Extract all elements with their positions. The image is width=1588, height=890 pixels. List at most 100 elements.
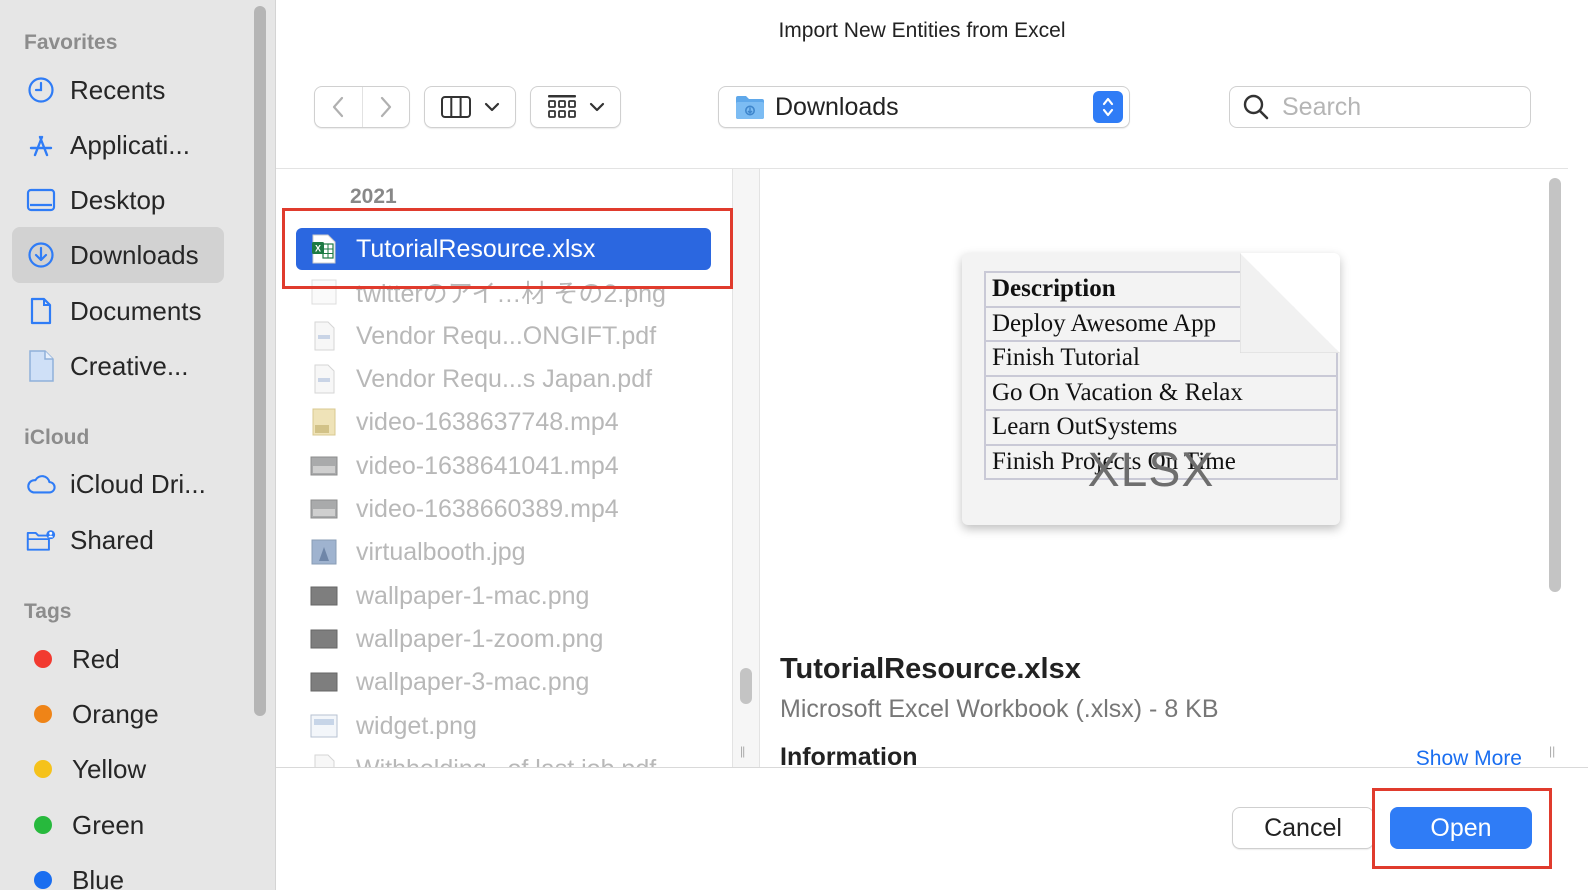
desktop-icon xyxy=(26,185,56,215)
tags-header: Tags xyxy=(24,600,72,623)
file-row[interactable]: Vendor Requ...ONGIFT.pdf xyxy=(296,315,711,357)
chevron-down-icon xyxy=(484,102,500,112)
search-field[interactable] xyxy=(1229,86,1531,128)
tag-green[interactable]: Green xyxy=(12,797,224,853)
tag-red[interactable]: Red xyxy=(12,631,224,687)
video-file-icon xyxy=(310,406,338,438)
tag-label: Green xyxy=(72,809,145,840)
column-view-button[interactable] xyxy=(424,86,516,128)
image-file-icon xyxy=(310,666,338,698)
file-icon xyxy=(26,350,56,382)
cloud-icon xyxy=(26,469,56,499)
location-stepper[interactable] xyxy=(1093,91,1123,123)
search-input[interactable] xyxy=(1282,92,1502,122)
downloads-icon xyxy=(26,240,56,270)
tag-label: Red xyxy=(72,643,120,674)
folder-icon xyxy=(736,96,764,119)
tag-blue[interactable]: Blue xyxy=(12,852,224,890)
sidebar-item-recents[interactable]: Recents xyxy=(12,62,224,118)
preview-file-name: TutorialResource.xlsx xyxy=(780,653,1081,685)
applications-icon xyxy=(26,130,56,160)
group-view-button[interactable] xyxy=(530,86,621,128)
video-file-icon xyxy=(310,450,338,482)
preview-file-kind: Microsoft Excel Workbook (.xlsx) - 8 KB xyxy=(780,695,1219,723)
preview-pane: Description Deploy Awesome App Finish Tu… xyxy=(760,169,1544,767)
sidebar-item-shared[interactable]: Shared xyxy=(12,512,224,568)
pdf-file-icon xyxy=(310,363,338,395)
cancel-button[interactable]: Cancel xyxy=(1232,807,1374,849)
up-down-chevron-icon xyxy=(1102,97,1114,117)
tag-orange[interactable]: Orange xyxy=(12,686,224,742)
chevron-left-icon xyxy=(333,96,344,118)
sidebar-item-applications[interactable]: Applicati... xyxy=(12,117,224,173)
tag-yellow[interactable]: Yellow xyxy=(12,741,224,797)
file-row[interactable]: widget.png xyxy=(296,705,711,747)
chevron-down-icon xyxy=(589,102,604,112)
search-icon xyxy=(1243,94,1269,120)
sidebar-item-label: Recents xyxy=(70,74,166,105)
thumbnail-page: Description Deploy Awesome App Finish Tu… xyxy=(962,253,1340,525)
file-name: video-1638641041.mp4 xyxy=(356,451,619,480)
page-fold-icon xyxy=(1240,253,1340,353)
show-more-link[interactable]: Show More xyxy=(1416,747,1522,767)
file-row[interactable]: Vendor Requ...s Japan.pdf xyxy=(296,358,711,400)
file-row[interactable]: wallpaper-1-mac.png xyxy=(296,575,711,617)
image-file-icon xyxy=(310,623,338,655)
image-file-icon xyxy=(310,580,338,612)
preview-scrollbar[interactable] xyxy=(1549,178,1561,592)
file-row[interactable]: video-1638637748.mp4 xyxy=(296,401,711,443)
navigation-buttons xyxy=(314,86,410,128)
file-name: Vendor Requ...s Japan.pdf xyxy=(356,364,653,393)
file-list-scrollbar[interactable] xyxy=(740,668,752,704)
file-name: video-1638660389.mp4 xyxy=(356,494,619,523)
file-name: wallpaper-1-mac.png xyxy=(356,581,590,610)
sidebar-item-documents[interactable]: Documents xyxy=(12,283,224,339)
file-name: widget.png xyxy=(356,711,477,740)
file-type-badge: XLSX xyxy=(1087,444,1215,497)
clock-icon xyxy=(26,75,56,105)
highlight-box xyxy=(1372,788,1552,869)
file-name: wallpaper-3-mac.png xyxy=(356,667,590,696)
sidebar-item-desktop[interactable]: Desktop xyxy=(12,172,224,228)
forward-button[interactable] xyxy=(361,87,409,127)
file-row[interactable]: virtualbooth.jpg xyxy=(296,531,711,573)
image-file-icon xyxy=(310,536,338,568)
tag-label: Blue xyxy=(72,864,125,890)
preview-resize-handle[interactable]: || xyxy=(1549,744,1555,758)
pdf-file-icon xyxy=(310,753,338,767)
file-row[interactable]: wallpaper-1-zoom.png xyxy=(296,618,711,660)
file-row[interactable]: video-1638641041.mp4 xyxy=(296,445,711,487)
column-resize-handle[interactable]: || xyxy=(740,744,745,758)
favorites-header: Favorites xyxy=(24,31,118,54)
yellow-tag-dot xyxy=(34,760,52,778)
location-dropdown[interactable]: Downloads xyxy=(718,86,1130,128)
sidebar-item-label: Documents xyxy=(70,295,202,326)
file-name: Vendor Requ...ONGIFT.pdf xyxy=(356,321,657,350)
sidebar-item-downloads[interactable]: Downloads xyxy=(12,227,224,283)
group-header: 2021 xyxy=(350,185,397,208)
file-row[interactable]: Withholding...of last job.pdf xyxy=(296,748,711,767)
sidebar-item-label: Downloads xyxy=(70,239,199,270)
tag-label: Yellow xyxy=(72,753,147,784)
pdf-file-icon xyxy=(310,320,338,352)
back-button[interactable] xyxy=(315,87,362,127)
shared-folder-icon xyxy=(26,525,56,555)
sidebar-item-label: Creative... xyxy=(70,350,189,381)
sidebar-item-label: iCloud Dri... xyxy=(70,468,206,499)
thumbnail-cell: Learn OutSystems xyxy=(984,409,1338,446)
file-row[interactable]: wallpaper-3-mac.png xyxy=(296,661,711,703)
grid-icon xyxy=(547,95,576,118)
sidebar-item-label: Shared xyxy=(70,524,154,555)
file-name: video-1638637748.mp4 xyxy=(356,407,619,436)
file-row[interactable]: video-1638660389.mp4 xyxy=(296,488,711,530)
file-name: wallpaper-1-zoom.png xyxy=(356,624,604,653)
file-thumbnail: Description Deploy Awesome App Finish Tu… xyxy=(962,253,1340,525)
sidebar-item-icloud-drive[interactable]: iCloud Dri... xyxy=(12,456,224,512)
blue-tag-dot xyxy=(34,871,52,889)
information-header: Information xyxy=(780,743,918,767)
sidebar-item-creative[interactable]: Creative... xyxy=(12,338,224,394)
sidebar-scrollbar[interactable] xyxy=(254,6,266,716)
sidebar: Favorites Recents Applicati... Desktop D… xyxy=(0,0,276,890)
orange-tag-dot xyxy=(34,705,52,723)
video-file-icon xyxy=(310,493,338,525)
